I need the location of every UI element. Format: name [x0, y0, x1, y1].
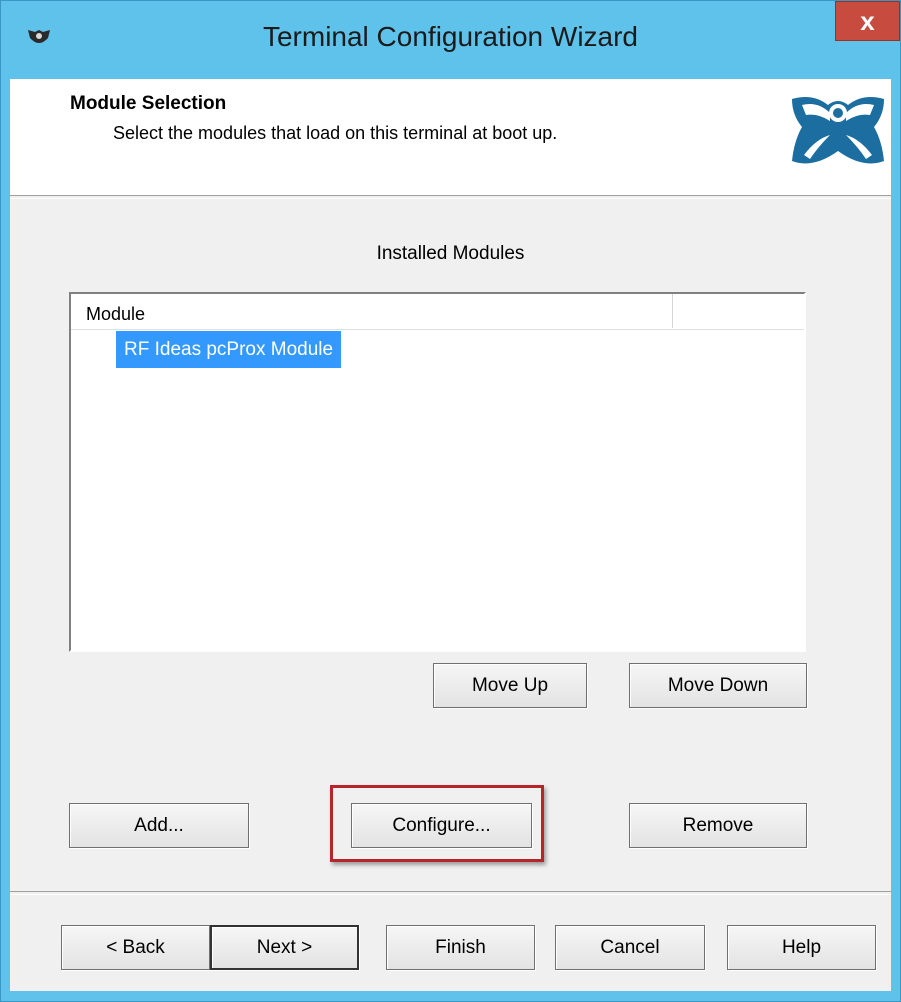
- header-divider: [10, 195, 891, 199]
- add-button[interactable]: Add...: [69, 803, 249, 848]
- column-header-blank[interactable]: [673, 294, 804, 328]
- list-item[interactable]: RF Ideas pcProx Module: [116, 331, 342, 368]
- move-down-button[interactable]: Move Down: [629, 663, 807, 708]
- next-button[interactable]: Next >: [210, 925, 359, 970]
- wizard-client-area: Module Selection Select the modules that…: [10, 79, 891, 991]
- back-button[interactable]: < Back: [61, 925, 210, 970]
- thinmanager-logo: [792, 97, 884, 164]
- page-subtitle: Select the modules that load on this ter…: [113, 123, 558, 143]
- page-title: Module Selection: [70, 93, 227, 114]
- close-button[interactable]: x: [835, 1, 900, 41]
- installed-modules-list[interactable]: Module RF Ideas pcProx Module: [69, 292, 806, 652]
- wizard-window: Terminal Configuration Wizard x Module S…: [0, 0, 901, 1002]
- annotation-highlight-box: [330, 785, 544, 862]
- remove-button[interactable]: Remove: [629, 803, 807, 848]
- window-title: Terminal Configuration Wizard: [262, 21, 639, 52]
- wizard-header: Module Selection Select the modules that…: [10, 79, 891, 195]
- list-header: Module: [71, 294, 804, 330]
- help-button[interactable]: Help: [727, 925, 876, 970]
- footer-divider: [10, 891, 891, 895]
- cancel-button[interactable]: Cancel: [555, 925, 705, 970]
- finish-button[interactable]: Finish: [386, 925, 535, 970]
- move-up-button[interactable]: Move Up: [433, 663, 587, 708]
- installed-modules-label: Installed Modules: [376, 243, 525, 264]
- title-bar[interactable]: Terminal Configuration Wizard x: [1, 1, 900, 79]
- column-header-module[interactable]: Module: [71, 294, 673, 328]
